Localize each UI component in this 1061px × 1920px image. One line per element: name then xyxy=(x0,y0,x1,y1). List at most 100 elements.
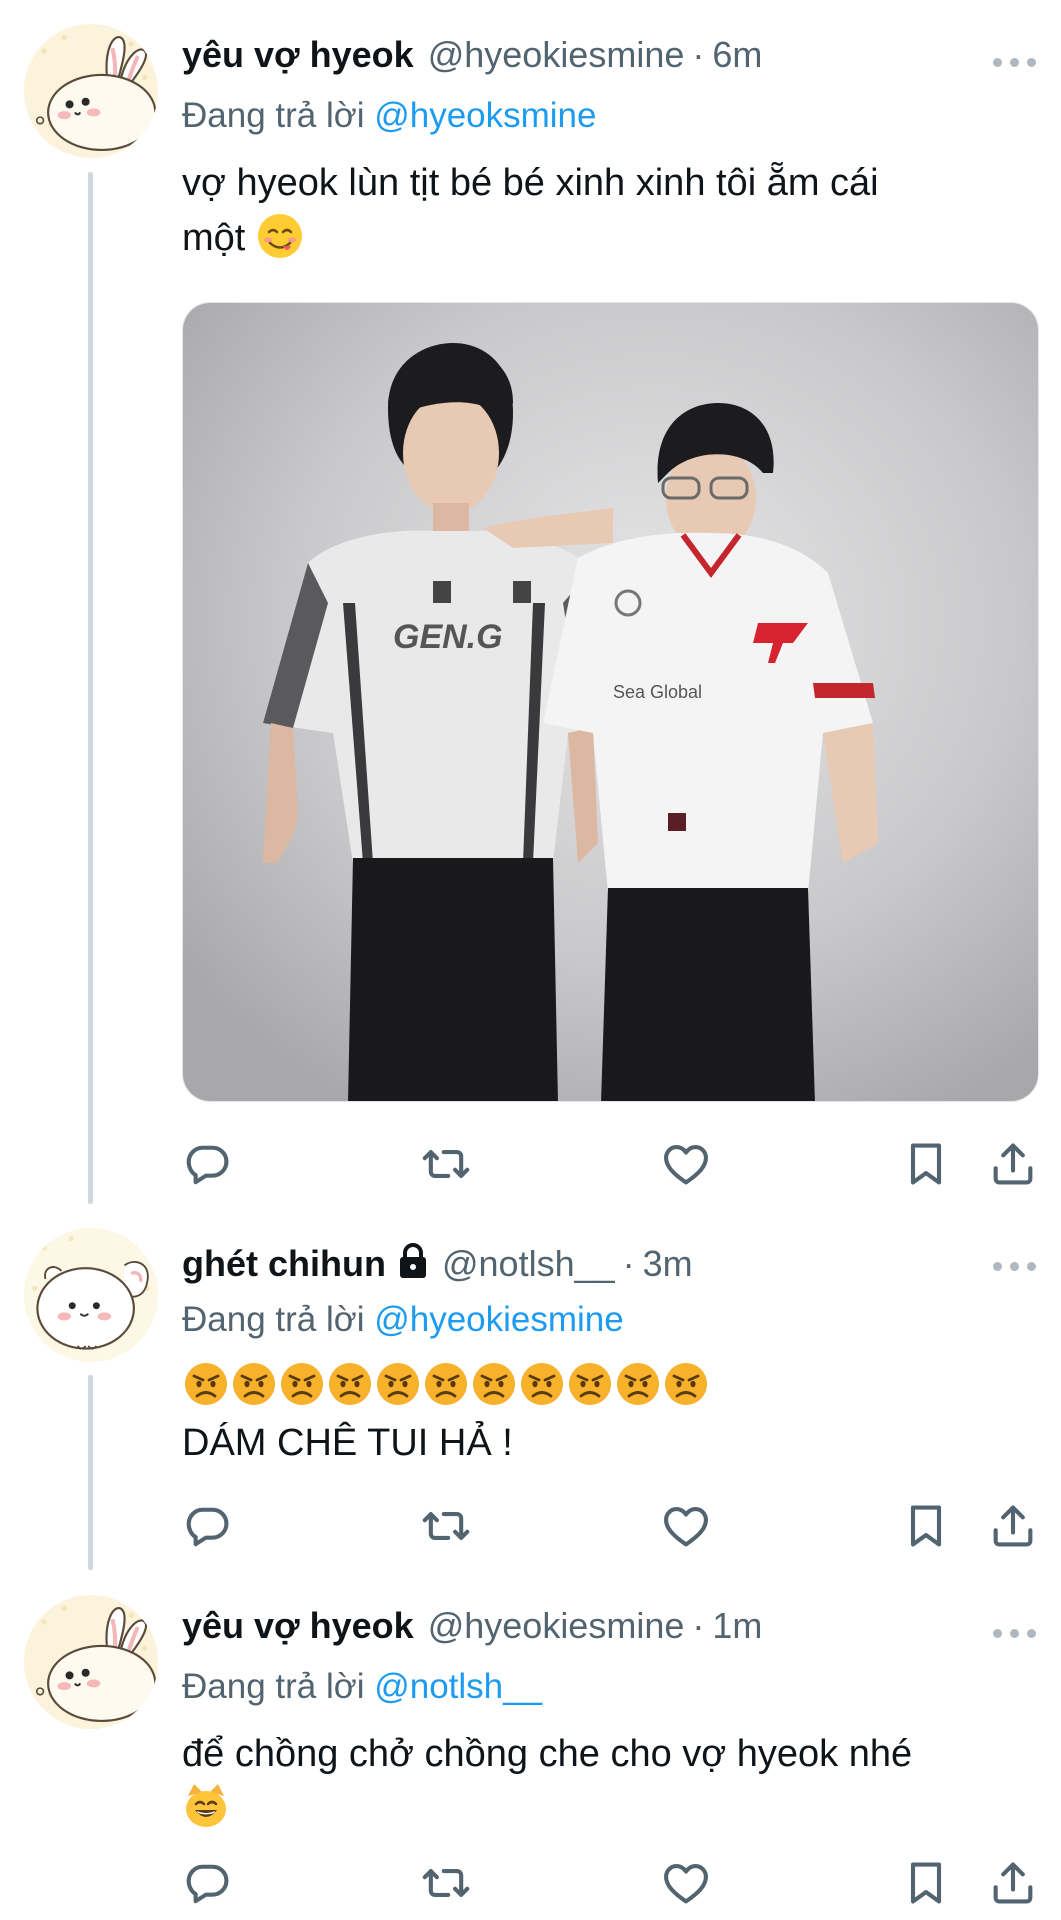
retweet-icon xyxy=(420,1857,472,1909)
angry-face-emoji-icon xyxy=(665,1363,707,1405)
reply-icon xyxy=(182,1500,234,1552)
share-icon xyxy=(987,1138,1039,1190)
separator: · xyxy=(622,1243,635,1284)
svg-text:Sea Global: Sea Global xyxy=(613,682,702,702)
display-name[interactable]: yêu vợ hyeok xyxy=(182,34,414,76)
more-dot xyxy=(1027,1262,1036,1271)
tweet-3[interactable]: yêu vợ hyeok @hyeokiesmine · 1m Đang trả… xyxy=(0,1575,1061,1920)
retweet-button[interactable] xyxy=(420,1500,472,1552)
replying-to: Đang trả lời @notlsh__ xyxy=(182,1667,1037,1715)
separator: · xyxy=(692,1605,705,1646)
tweet-header: yêu vợ hyeok @hyeokiesmine · 6m xyxy=(182,34,1037,88)
like-icon xyxy=(660,1138,712,1190)
avatar[interactable] xyxy=(24,1595,158,1729)
reply-to-link[interactable]: @hyeokiesmine xyxy=(374,1300,624,1339)
angry-face-emoji-icon xyxy=(329,1363,371,1405)
svg-text:GEN.G: GEN.G xyxy=(393,618,503,656)
user-handle[interactable]: @hyeokiesmine xyxy=(428,34,685,76)
reply-icon xyxy=(182,1138,234,1190)
bookmark-button[interactable] xyxy=(900,1857,952,1909)
retweet-icon xyxy=(420,1500,472,1552)
tweet-text: DÁM CHÊ TUI HẢ ! xyxy=(182,1422,513,1464)
tweet-body: yêu vợ hyeok @hyeokiesmine · 1m Đang trả… xyxy=(182,1605,1037,1838)
reply-to-link[interactable]: @notlsh__ xyxy=(374,1667,542,1706)
share-button[interactable] xyxy=(987,1138,1039,1190)
angry-face-emoji-icon xyxy=(185,1363,227,1405)
tweet-photo[interactable]: GEN.G Sea Global xyxy=(182,302,1039,1102)
tweet-2[interactable]: ghét chihun @notlsh__ · 3m Đang trả lời … xyxy=(0,1210,1061,1575)
angry-face-emoji-icon xyxy=(425,1363,467,1405)
share-button[interactable] xyxy=(987,1500,1039,1552)
angry-emoji-row xyxy=(182,1360,1037,1412)
angry-face-emoji-icon xyxy=(281,1363,323,1405)
more-dot xyxy=(1010,1629,1019,1638)
angry-face-emoji-icon xyxy=(233,1363,275,1405)
retweet-button[interactable] xyxy=(420,1857,472,1909)
photo-two-players-icon: GEN.G Sea Global xyxy=(183,303,1038,1101)
reply-prefix: Đang trả lời xyxy=(182,96,365,135)
tweet-actions xyxy=(182,1857,1037,1909)
reply-icon xyxy=(182,1857,234,1909)
bookmark-button[interactable] xyxy=(900,1500,952,1552)
timestamp[interactable]: 3m xyxy=(643,1243,693,1285)
more-options-button[interactable] xyxy=(993,1627,1037,1639)
tweet-text: vợ hyeok lùn tịt bé bé xinh xinh tôi ẵm … xyxy=(182,156,1037,266)
share-icon xyxy=(987,1857,1039,1909)
more-dot xyxy=(1027,1629,1036,1638)
user-handle[interactable]: @notlsh__ xyxy=(442,1243,615,1285)
tweet-body: ghét chihun @notlsh__ · 3m Đang trả lời … xyxy=(182,1238,1037,1471)
more-options-button[interactable] xyxy=(993,56,1037,68)
share-icon xyxy=(987,1500,1039,1552)
like-icon xyxy=(660,1500,712,1552)
bunny-avatar-icon xyxy=(24,1595,158,1729)
tweet-actions xyxy=(182,1138,1037,1190)
avatar[interactable] xyxy=(24,1228,158,1362)
angry-face-emoji-icon xyxy=(617,1363,659,1405)
display-name[interactable]: yêu vợ hyeok xyxy=(182,1605,414,1647)
grinning-cat-emoji-icon xyxy=(186,1784,226,1827)
like-icon xyxy=(660,1857,712,1909)
hamster-avatar-icon xyxy=(24,1228,158,1362)
retweet-button[interactable] xyxy=(420,1138,472,1190)
display-name[interactable]: ghét chihun xyxy=(182,1243,386,1285)
timestamp[interactable]: 1m xyxy=(712,1605,762,1647)
more-dot xyxy=(993,58,1002,67)
more-dot xyxy=(993,1629,1002,1638)
thread-line xyxy=(88,1375,93,1570)
share-button[interactable] xyxy=(987,1857,1039,1909)
more-dot xyxy=(993,1262,1002,1271)
tweet-1[interactable]: yêu vợ hyeok @hyeokiesmine · 6m Đang trả… xyxy=(0,0,1061,1210)
reply-prefix: Đang trả lời xyxy=(182,1300,365,1339)
more-dot xyxy=(1027,58,1036,67)
reply-button[interactable] xyxy=(182,1138,234,1190)
like-button[interactable] xyxy=(660,1500,712,1552)
tweet-header: ghét chihun @notlsh__ · 3m xyxy=(182,1238,1037,1292)
face-savoring-food-emoji-icon xyxy=(257,214,302,258)
bookmark-icon xyxy=(900,1500,952,1552)
reply-button[interactable] xyxy=(182,1500,234,1552)
angry-face-emoji-icon xyxy=(521,1363,563,1405)
replying-to: Đang trả lời @hyeokiesmine xyxy=(182,1300,1037,1348)
more-dot xyxy=(1010,1262,1019,1271)
more-dot xyxy=(1010,58,1019,67)
more-options-button[interactable] xyxy=(993,1260,1037,1272)
bookmark-icon xyxy=(900,1857,952,1909)
angry-face-emoji-icon xyxy=(377,1363,419,1405)
reply-prefix: Đang trả lời xyxy=(182,1667,365,1706)
tweet-text-content: để chồng chở chồng che cho vợ hyeok nhé xyxy=(182,1733,913,1775)
bunny-avatar-icon xyxy=(24,24,158,158)
tweet-text: để chồng chở chồng che cho vợ hyeok nhé xyxy=(182,1727,1037,1838)
lock-icon xyxy=(399,1243,426,1278)
user-handle[interactable]: @hyeokiesmine xyxy=(428,1605,685,1647)
bookmark-icon xyxy=(900,1138,952,1190)
retweet-icon xyxy=(420,1138,472,1190)
tweet-actions xyxy=(182,1500,1037,1552)
bookmark-button[interactable] xyxy=(900,1138,952,1190)
reply-to-link[interactable]: @hyeoksmine xyxy=(374,96,596,135)
tweet-body: yêu vợ hyeok @hyeokiesmine · 6m Đang trả… xyxy=(182,34,1037,266)
avatar[interactable] xyxy=(24,24,158,158)
like-button[interactable] xyxy=(660,1857,712,1909)
reply-button[interactable] xyxy=(182,1857,234,1909)
timestamp[interactable]: 6m xyxy=(712,34,762,76)
like-button[interactable] xyxy=(660,1138,712,1190)
